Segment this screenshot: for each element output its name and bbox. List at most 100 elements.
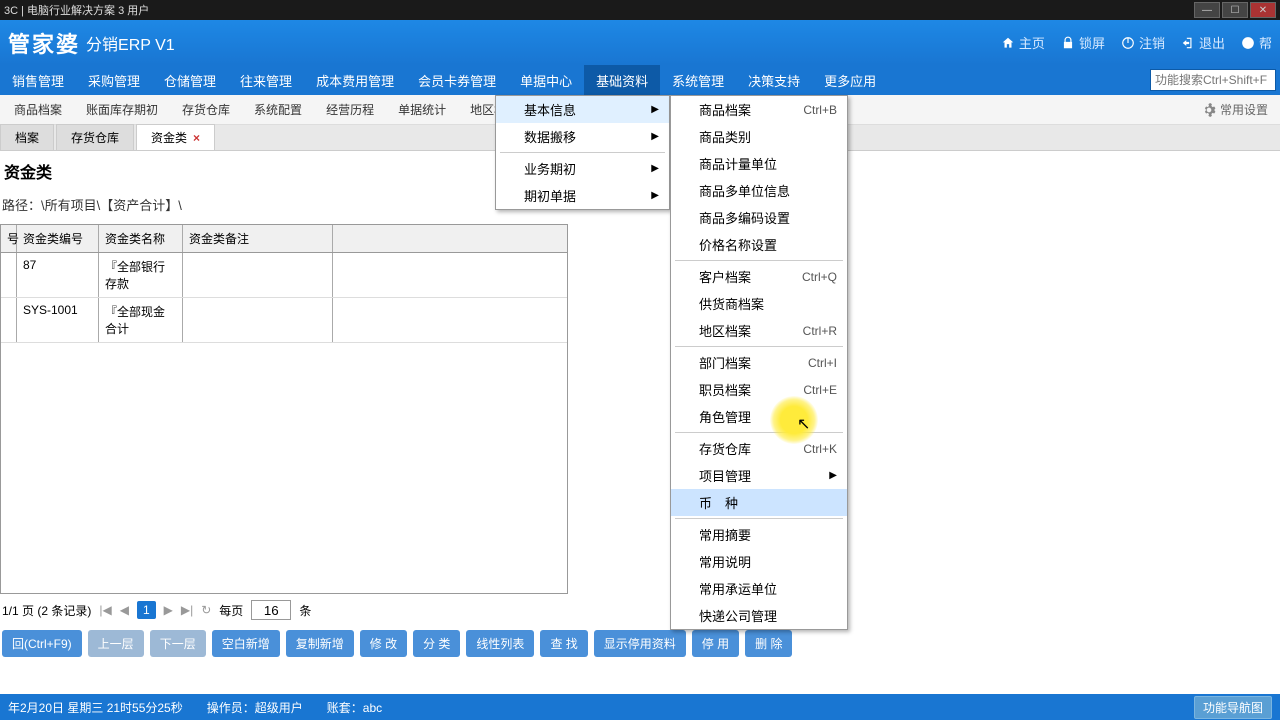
submenu-item[interactable]: 职员档案Ctrl+E [671,376,847,403]
chevron-right-icon: ▶ [829,470,837,481]
tool-docstats[interactable]: 单据统计 [386,101,458,118]
status-account: 账套：abc [327,699,382,716]
submenu-item[interactable]: 商品类别 [671,123,847,150]
menu-transactions[interactable]: 往来管理 [228,65,304,95]
minimize-button[interactable]: — [1194,2,1220,18]
lock-icon [1061,36,1075,50]
app-subtitle: 分销ERP V1 [86,31,175,55]
logout-link[interactable]: 注销 [1121,33,1165,52]
common-settings-link[interactable]: 常用设置 [1192,101,1278,118]
tab-funds[interactable]: 资金类× [136,124,215,150]
return-button[interactable]: 回(Ctrl+F9) [2,630,82,657]
down-level-button[interactable]: 下一层 [150,630,206,657]
menu-sales[interactable]: 销售管理 [0,65,76,95]
close-button[interactable]: ✕ [1250,2,1276,18]
col-seq[interactable]: 号 [1,225,17,252]
delete-button[interactable]: 删 除 [745,630,792,657]
tool-stock-warehouse[interactable]: 存货仓库 [170,101,242,118]
tool-product-archive[interactable]: 商品档案 [2,101,74,118]
col-name[interactable]: 资金类名称 [99,225,183,252]
menu-more[interactable]: 更多应用 [812,65,888,95]
gear-icon [1202,103,1216,117]
menu-purchase[interactable]: 采购管理 [76,65,152,95]
submenu-item[interactable]: 常用承运单位 [671,575,847,602]
per-page-input[interactable] [251,600,291,620]
col-remark[interactable]: 资金类备注 [183,225,333,252]
power-icon [1121,36,1135,50]
exit-link[interactable]: 退出 [1181,33,1225,52]
home-link[interactable]: 主页 [1001,33,1045,52]
tool-sysconfig[interactable]: 系统配置 [242,101,314,118]
app-logo: 管家婆 [8,27,80,59]
tab-archive[interactable]: 档案 [0,124,54,150]
submenu-item[interactable]: 部门档案Ctrl+I [671,349,847,376]
page-next[interactable]: ▶ [164,603,173,617]
pager: 1/1 页 (2 条记录) |◀ ◀ 1 ▶ ▶| ↻ 每页 条 [0,594,1280,626]
page-info: 1/1 页 (2 条记录) [2,602,91,619]
chevron-right-icon: ▶ [651,190,659,201]
copy-add-button[interactable]: 复制新增 [286,630,354,657]
function-nav-button[interactable]: 功能导航图 [1194,696,1272,719]
menu-warehouse[interactable]: 仓储管理 [152,65,228,95]
classify-button[interactable]: 分 类 [413,630,460,657]
submenu-item[interactable]: 常用摘要 [671,521,847,548]
submenu-item[interactable]: 商品多单位信息 [671,177,847,204]
submenu-item[interactable]: 地区档案Ctrl+R [671,317,847,344]
blank-add-button[interactable]: 空白新增 [212,630,280,657]
edit-button[interactable]: 修 改 [360,630,407,657]
table-row[interactable]: 87 『全部银行存款 [1,253,567,298]
menu-system[interactable]: 系统管理 [660,65,736,95]
submenu-init-docs[interactable]: 期初单据▶ [496,182,669,209]
col-code[interactable]: 资金类编号 [17,225,99,252]
menu-basedata[interactable]: 基础资料 [584,65,660,95]
submenu-item[interactable]: 客户档案Ctrl+Q [671,263,847,290]
tab-warehouse[interactable]: 存货仓库 [56,124,134,150]
status-bar: 年2月20日 星期三 21时55分25秒 操作员：超级用户 账套：abc 功能导… [0,694,1280,720]
page-prev[interactable]: ◀ [120,603,129,617]
page-first[interactable]: |◀ [99,603,111,617]
function-search-input[interactable] [1150,69,1276,91]
table-header-row: 号 资金类编号 资金类名称 资金类备注 [1,225,567,253]
up-level-button[interactable]: 上一层 [88,630,144,657]
page-current: 1 [137,601,156,619]
submenu-item[interactable]: 供货商档案 [671,290,847,317]
menu-membership[interactable]: 会员卡券管理 [406,65,508,95]
menu-docs[interactable]: 单据中心 [508,65,584,95]
tool-book-inventory[interactable]: 账面库存期初 [74,101,170,118]
submenu-data-migrate[interactable]: 数据搬移▶ [496,123,669,150]
submenu-basic-info[interactable]: 基本信息▶ [496,96,669,123]
menu-cost[interactable]: 成本费用管理 [304,65,406,95]
table-row[interactable]: SYS-1001 『全部现金合计 [1,298,567,343]
disable-button[interactable]: 停 用 [692,630,739,657]
maximize-button[interactable]: ☐ [1222,2,1248,18]
basic-info-submenu: 商品档案Ctrl+B商品类别商品计量单位商品多单位信息商品多编码设置价格名称设置… [670,95,848,630]
chevron-right-icon: ▶ [651,163,659,174]
submenu-item[interactable]: 商品多编码设置 [671,204,847,231]
submenu-item[interactable]: 角色管理 [671,403,847,430]
exit-icon [1181,36,1195,50]
tab-close-icon[interactable]: × [193,131,200,145]
submenu-item[interactable]: 商品计量单位 [671,150,847,177]
linear-list-button[interactable]: 线性列表 [466,630,534,657]
submenu-item[interactable]: 价格名称设置 [671,231,847,258]
submenu-item[interactable]: 存货仓库Ctrl+K [671,435,847,462]
status-operator: 操作员：超级用户 [207,699,303,716]
submenu-item[interactable]: 常用说明 [671,548,847,575]
page-refresh[interactable]: ↻ [201,603,211,617]
search-button[interactable]: 查 找 [540,630,587,657]
page-last[interactable]: ▶| [181,603,193,617]
submenu-item[interactable]: 商品档案Ctrl+B [671,96,847,123]
submenu-item[interactable]: 快递公司管理 [671,602,847,629]
chevron-right-icon: ▶ [651,104,659,115]
app-header: 管家婆 分销ERP V1 主页 锁屏 注销 退出 帮 [0,20,1280,65]
tool-history[interactable]: 经营历程 [314,101,386,118]
lock-link[interactable]: 锁屏 [1061,33,1105,52]
menu-decision[interactable]: 决策支持 [736,65,812,95]
submenu-period-init[interactable]: 业务期初▶ [496,155,669,182]
submenu-item[interactable]: 项目管理▶ [671,462,847,489]
submenu-item[interactable]: 币 种 [671,489,847,516]
main-menubar: 销售管理 采购管理 仓储管理 往来管理 成本费用管理 会员卡券管理 单据中心 基… [0,65,1280,95]
help-link[interactable]: 帮 [1241,33,1272,52]
show-disabled-button[interactable]: 显示停用资料 [594,630,686,657]
window-titlebar: 3C | 电脑行业解决方案 3 用户 — ☐ ✕ [0,0,1280,20]
